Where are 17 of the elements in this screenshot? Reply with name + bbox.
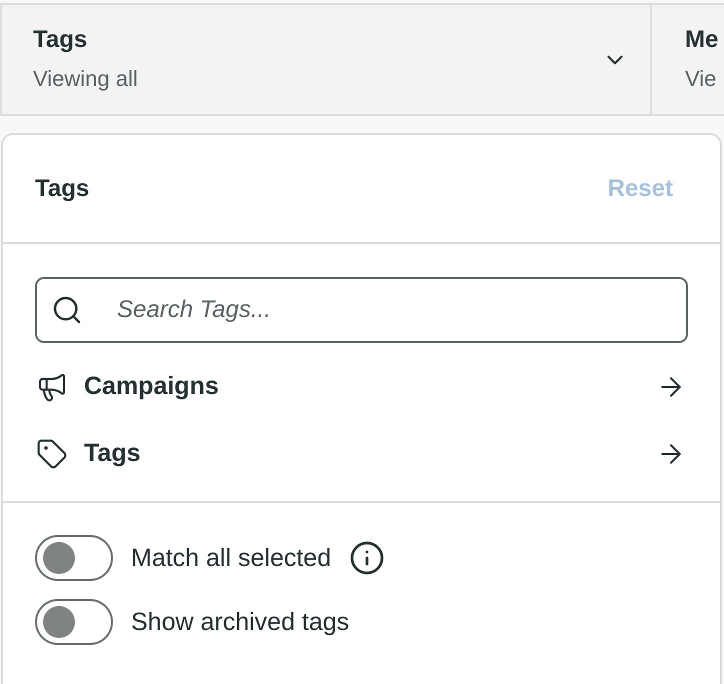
toggle-switch[interactable]	[35, 535, 113, 581]
filter-subtitle: Vie	[685, 65, 716, 93]
toggle-switch[interactable]	[35, 599, 113, 645]
filter-title: Tags	[33, 26, 88, 54]
filter-title: Me	[685, 26, 718, 54]
toggle-label: Show archived tags	[131, 608, 350, 636]
tag-icon	[36, 438, 68, 470]
toggle-label: Match all selected	[131, 544, 332, 572]
menu-item[interactable]: Tags	[35, 420, 688, 487]
info-icon[interactable]	[349, 540, 386, 576]
filter-dropdown[interactable]: Tags Viewing all	[2, 5, 652, 114]
panel-title: Tags	[35, 174, 90, 202]
menu-item[interactable]: Campaigns	[35, 353, 688, 420]
search-field[interactable]: Search Tags...	[35, 277, 688, 343]
search-icon	[51, 294, 83, 326]
filter-subtitle: Viewing all	[33, 65, 138, 93]
filter-dropdown[interactable]: Me Vie	[652, 5, 724, 114]
